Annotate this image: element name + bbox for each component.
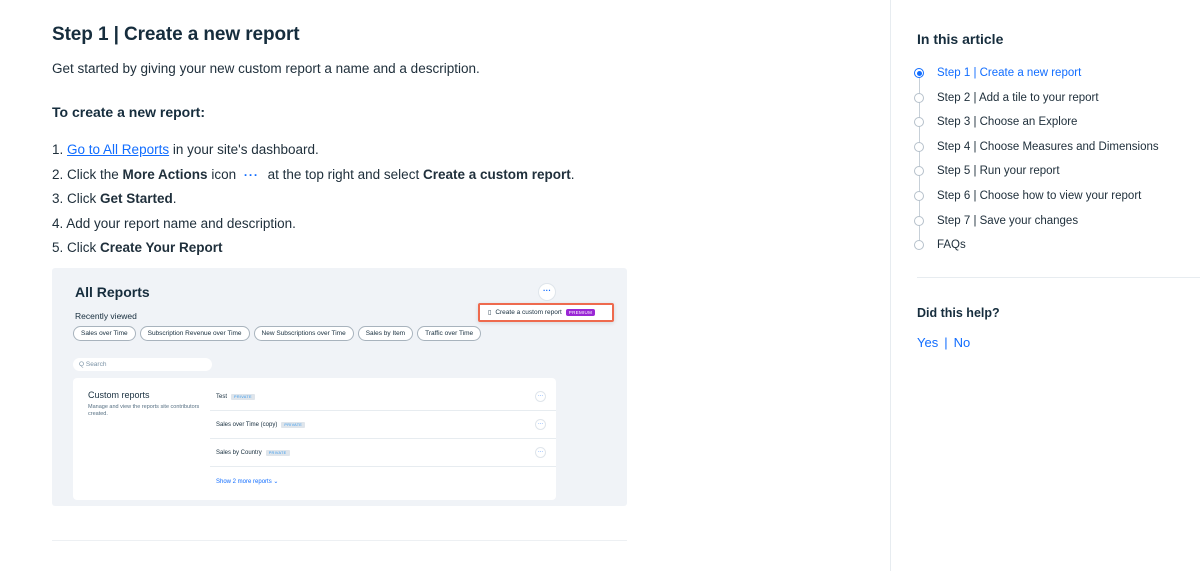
step-1: 1. Go to All Reports in your site's dash… (52, 138, 575, 163)
feedback-no-link[interactable]: No (954, 335, 971, 350)
row-more-icon: ··· (535, 447, 546, 458)
toc-item-step-2[interactable]: Step 2 | Add a tile to your report (910, 86, 1159, 111)
private-badge: PRIVATE (281, 421, 306, 428)
step-number: 1. (52, 142, 64, 157)
section-divider (52, 540, 627, 541)
radio-dot-icon (914, 190, 924, 201)
article-intro: Get started by giving your new custom re… (52, 61, 480, 76)
feedback-separator: | (944, 335, 948, 350)
recent-chip: Sales over Time (73, 326, 136, 341)
private-badge: PRIVATE (231, 393, 255, 400)
menu-item-label: Create a custom report (495, 309, 562, 316)
recent-chip: Traffic over Time (417, 326, 482, 341)
table-of-contents: Step 1 | Create a new report Step 2 | Ad… (910, 61, 1159, 258)
recently-viewed-label: Recently viewed (75, 311, 137, 321)
report-row: Sales over Time (copy) PRIVATE ··· (210, 411, 556, 439)
report-rows: Test PRIVATE ··· Sales over Time (copy) … (210, 383, 556, 495)
toc-item-label: Step 7 | Save your changes (937, 214, 1079, 227)
toc-item-label: Step 3 | Choose an Explore (937, 116, 1078, 129)
feedback-links: Yes | No (917, 335, 970, 350)
step-bold: Create Your Report (100, 240, 223, 255)
all-reports-screenshot: All Reports ··· ▯ Create a custom report… (52, 268, 627, 506)
card-description: Manage and view the reports site contrib… (88, 404, 200, 417)
toc-item-step-6[interactable]: Step 6 | Choose how to view your report (910, 184, 1159, 209)
custom-reports-card: Custom reports Manage and view the repor… (73, 378, 556, 500)
toc-item-label: Step 5 | Run your report (937, 165, 1060, 178)
toc-item-label: Step 1 | Create a new report (937, 67, 1082, 79)
report-row: Sales by Country PRIVATE ··· (210, 439, 556, 467)
recent-chip: Subscription Revenue over Time (139, 326, 250, 341)
feedback-yes-link[interactable]: Yes (917, 335, 938, 350)
radio-dot-icon (914, 117, 924, 128)
more-actions-icon: ··· (539, 284, 555, 300)
step-text: Click (63, 191, 101, 206)
step-text: Add your report name and description. (63, 215, 296, 231)
more-actions-icon: ··· (243, 167, 259, 182)
radio-dot-icon (914, 92, 924, 103)
step-number: 3. (52, 191, 64, 206)
premium-badge: PREMIUM (565, 309, 596, 316)
step-number: 5. (52, 240, 64, 255)
step-text: icon (207, 166, 240, 182)
toc-item-faqs[interactable]: FAQs (910, 233, 1159, 258)
step-text: at the top right and select (263, 166, 423, 182)
step-5: 5. Click Create Your Report (52, 236, 575, 261)
step-number: 4. (52, 215, 64, 231)
article-heading: Step 1 | Create a new report (52, 24, 300, 45)
feedback-title: Did this help? (917, 306, 1000, 320)
row-more-icon: ··· (535, 391, 546, 402)
show-more-row: Show 2 more reports ⌄ (210, 467, 556, 495)
steps-subheading: To create a new report: (52, 104, 206, 120)
shot-search-field: Q Search (73, 358, 212, 371)
step-3: 3. Click Get Started. (52, 187, 575, 212)
report-name: Sales over Time (copy) (216, 421, 278, 428)
toc-item-step-3[interactable]: Step 3 | Choose an Explore (910, 110, 1159, 135)
toc-item-label: Step 2 | Add a tile to your report (937, 91, 1099, 104)
recent-chips: Sales over Time Subscription Revenue ove… (73, 326, 482, 341)
step-text: in your site's dashboard. (169, 142, 319, 157)
step-text: . (570, 166, 575, 182)
recent-chip: New Subscriptions over Time (253, 326, 354, 341)
radio-dot-icon (914, 141, 924, 152)
step-text: Click the (63, 166, 123, 182)
toc-item-label: Step 6 | Choose how to view your report (937, 189, 1142, 202)
report-name: Sales by Country (216, 449, 262, 456)
step-2: 2. Click the More Actions icon ··· at th… (52, 163, 575, 188)
toc-item-label: Step 4 | Choose Measures and Dimensions (937, 140, 1159, 153)
toc-title: In this article (917, 31, 1004, 47)
report-row: Test PRIVATE ··· (210, 383, 556, 411)
sidebar-separator (917, 277, 1200, 278)
recent-chip: Sales by Item (357, 326, 414, 341)
show-more-link: Show 2 more reports ⌄ (216, 478, 279, 485)
step-number: 2. (52, 166, 64, 182)
step-bold: Get Started (100, 191, 173, 206)
toc-item-step-5[interactable]: Step 5 | Run your report (910, 159, 1159, 184)
toc-item-label: FAQs (937, 239, 966, 252)
report-name: Test (216, 393, 228, 400)
step-4: 4. Add your report name and description. (52, 212, 575, 237)
private-badge: PRIVATE (265, 449, 290, 456)
toc-item-step-4[interactable]: Step 4 | Choose Measures and Dimensions (910, 135, 1159, 160)
row-more-icon: ··· (535, 419, 546, 430)
step-text: Click (63, 240, 101, 255)
create-custom-report-menu: ▯ Create a custom report PREMIUM (478, 303, 614, 322)
toc-item-step-1[interactable]: Step 1 | Create a new report (910, 61, 1159, 86)
card-title: Custom reports (88, 390, 150, 400)
shot-page-title: All Reports (75, 284, 150, 300)
step-bold: More Actions (122, 166, 208, 182)
radio-dot-icon (914, 166, 924, 177)
toc-item-step-7[interactable]: Step 7 | Save your changes (910, 209, 1159, 234)
radio-dot-icon (914, 215, 924, 226)
go-to-all-reports-link[interactable]: Go to All Reports (67, 142, 169, 157)
step-text: . (172, 191, 177, 206)
steps-list: 1. Go to All Reports in your site's dash… (52, 138, 575, 261)
radio-dot-icon (914, 240, 924, 251)
sidebar-divider (890, 0, 891, 571)
radio-dot-icon (914, 68, 924, 78)
document-icon: ▯ (488, 310, 492, 316)
step-bold: Create a custom report (422, 166, 571, 182)
